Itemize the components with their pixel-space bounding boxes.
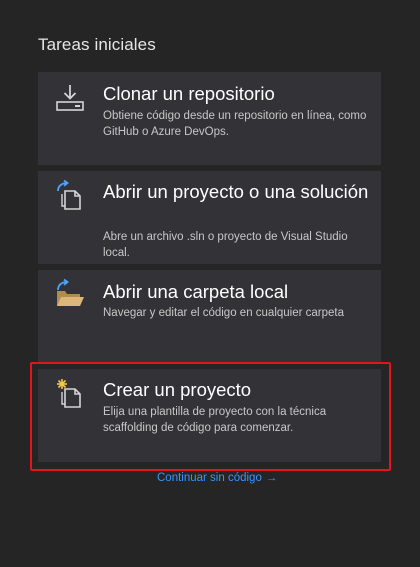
card-description: Navegar y editar el código en cualquier …	[103, 307, 345, 319]
create-project-card[interactable]: Crear un proyecto Elija una plantilla de…	[38, 369, 381, 462]
arrow-right-icon: →	[265, 472, 278, 484]
card-description: Elija una plantilla de proyecto con la t…	[103, 406, 327, 434]
open-folder-card[interactable]: Abrir una carpeta local Navegar y editar…	[38, 270, 381, 363]
open-project-card[interactable]: Abrir un proyecto o una solución Abre un…	[38, 171, 381, 264]
continue-label: Continuar sin código	[157, 472, 262, 484]
card-description: Obtiene código desde un repositorio en l…	[103, 110, 367, 138]
open-folder-icon	[54, 278, 86, 310]
continue-without-code-link[interactable]: Continuar sin código →	[157, 472, 277, 484]
section-title: Tareas iniciales	[38, 35, 156, 54]
card-title: Crear un proyecto	[103, 379, 252, 400]
card-title: Abrir un proyecto o una solución	[103, 181, 369, 202]
clone-download-icon	[54, 82, 86, 114]
card-title: Clonar un repositorio	[103, 83, 275, 104]
new-project-icon	[54, 377, 86, 409]
open-project-icon	[54, 179, 86, 211]
clone-repository-card[interactable]: Clonar un repositorio Obtiene código des…	[38, 72, 381, 165]
card-description: Abre un archivo .sln o proyecto de Visua…	[103, 231, 348, 259]
card-title: Abrir una carpeta local	[103, 281, 289, 302]
